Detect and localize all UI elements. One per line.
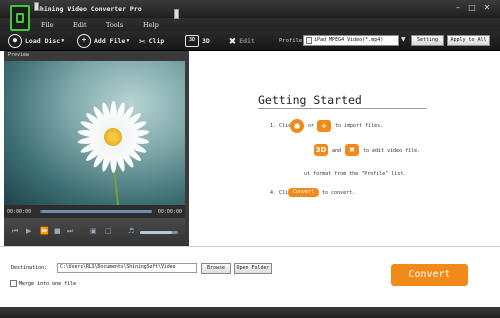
profile-dropdown-arrow-icon[interactable]: ▼: [401, 36, 406, 43]
menu-edit[interactable]: Edit: [73, 21, 87, 29]
browse-button[interactable]: Browse: [201, 263, 231, 274]
edit-tools-icon: ✖: [229, 34, 237, 48]
load-disc-step-icon: ●: [290, 119, 304, 133]
seek-handle[interactable]: [34, 2, 39, 11]
setting-button[interactable]: Setting: [411, 35, 444, 46]
chevron-down-icon: ▼: [126, 38, 130, 44]
step1-or: or: [308, 123, 315, 129]
step2-and: and: [332, 148, 342, 154]
disc-icon: ●: [8, 34, 22, 48]
edit-step-icon: ✖: [345, 144, 359, 156]
window-title: Shining Video Converter Pro: [36, 5, 142, 13]
convert-button[interactable]: Convert: [391, 264, 468, 286]
edit-label: Edit: [239, 37, 255, 45]
load-disc-label: Load Disc: [25, 37, 61, 45]
preview-label: Preview: [8, 52, 30, 58]
profile-dropdown[interactable]: iPad MPEG4 Video(*.mp4): [303, 35, 399, 46]
menu-help[interactable]: Help: [143, 21, 159, 29]
load-disc-button[interactable]: ● Load Disc ▼: [8, 33, 64, 49]
playback-controls: ⏮ ▶ ⏩ ■ ⏭ ▣ □ ♬: [4, 218, 185, 245]
apply-to-all-button[interactable]: Apply to All: [447, 35, 490, 46]
bottom-divider: [0, 246, 500, 247]
folder-icon[interactable]: □: [105, 227, 112, 235]
volume-level: [140, 231, 173, 234]
step2-suffix: to edit video file.: [363, 148, 421, 154]
add-file-label: Add File: [94, 37, 126, 45]
current-time: 00:00:00: [7, 209, 32, 215]
add-file-button[interactable]: + Add File ▼: [77, 33, 129, 49]
title-divider: [258, 108, 426, 109]
seek-progress: [40, 210, 43, 213]
maximize-button[interactable]: □: [466, 3, 478, 13]
add-file-icon: +: [77, 34, 91, 48]
clip-button[interactable]: ✂ Clip: [139, 33, 164, 49]
skip-forward-icon[interactable]: ⏭: [67, 227, 73, 236]
title-bar: Shining Video Converter Pro – □ ✕: [0, 0, 500, 18]
add-file-step-icon: +: [317, 120, 331, 132]
destination-input[interactable]: C:\Users\RLS\Documents\ShiningSoft\Video: [57, 263, 197, 273]
volume-icon[interactable]: ♬: [128, 227, 134, 235]
fast-forward-icon[interactable]: ⏩: [40, 227, 49, 235]
getting-started-panel: Getting Started 1. Click ● or + to impor…: [190, 51, 496, 246]
stop-icon[interactable]: ■: [54, 227, 61, 235]
merge-label: Merge into one file: [19, 281, 77, 287]
profile-value: iPad MPEG4 Video(*.mp4): [314, 37, 384, 43]
flower-center: [104, 128, 122, 146]
app-logo-icon: [10, 5, 30, 31]
step4-suffix: to convert.: [322, 190, 356, 196]
3d-button[interactable]: 3D 3D: [185, 33, 210, 49]
menu-bar: File Edit Tools Help: [0, 18, 500, 31]
3d-icon: 3D: [185, 35, 199, 47]
bottom-bar: [0, 307, 500, 318]
play-icon[interactable]: ▶: [26, 227, 31, 235]
preview-image: [4, 61, 185, 205]
skip-back-icon[interactable]: ⏮: [12, 227, 18, 236]
menu-file[interactable]: File: [41, 21, 54, 29]
total-time: 00:00:00: [157, 209, 182, 215]
chevron-down-icon: ▼: [61, 38, 65, 44]
3d-step-icon: 3D: [314, 144, 328, 156]
close-button[interactable]: ✕: [481, 3, 493, 13]
getting-started-title: Getting Started: [258, 93, 362, 107]
3d-label: 3D: [202, 37, 210, 45]
snapshot-icon[interactable]: ▣: [90, 227, 97, 235]
scissors-icon: ✂: [139, 34, 146, 48]
timeline-bar: 00:00:00 00:00:00: [4, 205, 185, 218]
profile-label: Profile: [279, 38, 303, 44]
seek-slider[interactable]: [40, 210, 152, 213]
step1-suffix: to import files.: [335, 123, 384, 129]
edit-button[interactable]: ✖ Edit: [229, 33, 255, 49]
menu-tools[interactable]: Tools: [106, 21, 123, 29]
open-folder-button[interactable]: Open Folder: [234, 263, 272, 274]
convert-chip: Convert: [288, 188, 319, 197]
merge-checkbox[interactable]: [10, 280, 17, 287]
video-file-icon: [306, 37, 312, 44]
volume-slider[interactable]: [140, 231, 178, 234]
step3-text: ut format from the "Profile" list.: [304, 171, 407, 177]
minimize-button[interactable]: –: [452, 3, 464, 13]
clip-label: Clip: [148, 37, 165, 45]
volume-handle[interactable]: [174, 9, 179, 19]
destination-label: Destination:: [11, 265, 48, 271]
